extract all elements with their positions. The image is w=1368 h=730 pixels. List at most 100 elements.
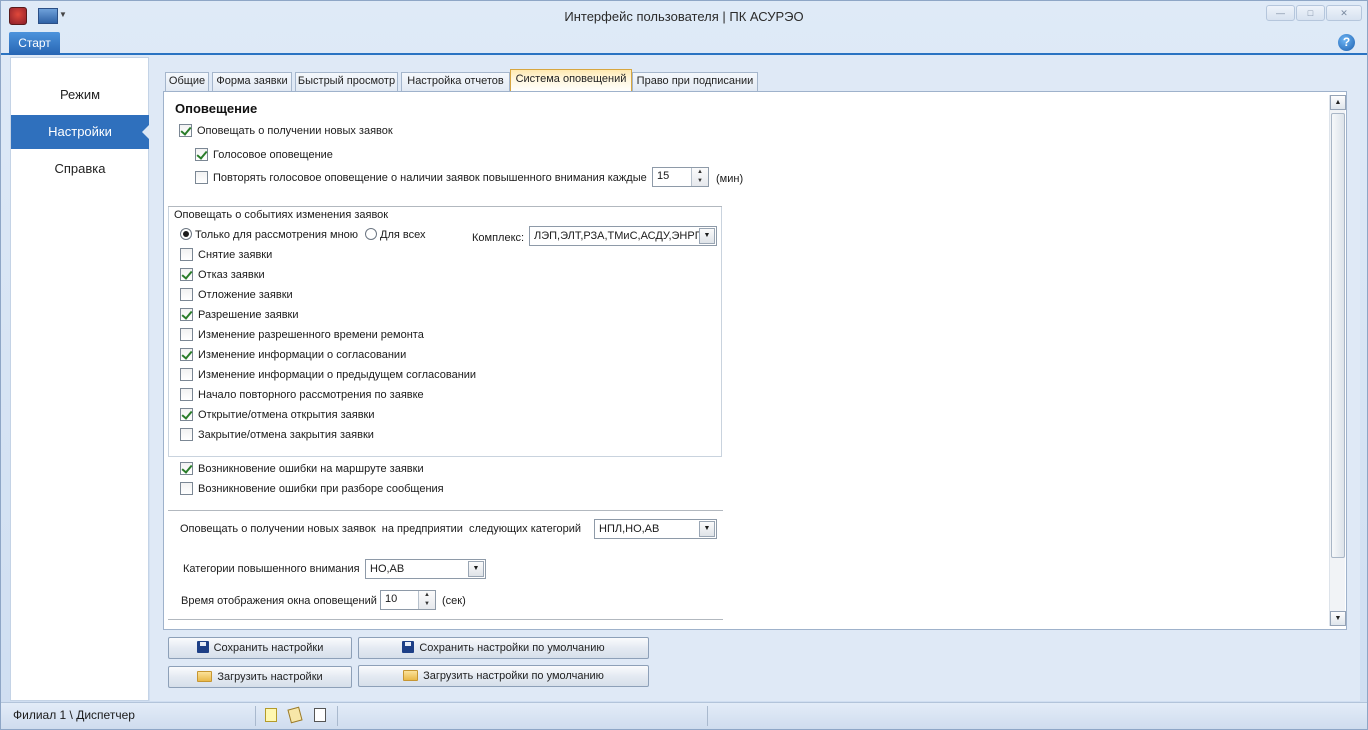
divider (168, 619, 723, 620)
settings-content: Общие Форма заявки Быстрый просмотр Наст… (150, 57, 1360, 701)
section-heading: Оповещение (175, 101, 258, 116)
tab-general[interactable]: Общие (165, 72, 209, 91)
divider (337, 706, 338, 726)
event-checkbox-refusal[interactable]: Отказ заявки (180, 267, 265, 283)
selection-arrow-icon (142, 124, 150, 140)
error-parse-checkbox[interactable]: Возникновение ошибки при разборе сообщен… (180, 481, 444, 497)
checkbox-label: Отложение заявки (198, 289, 293, 301)
ribbon-bar: Старт ? (1, 31, 1367, 55)
save-default-settings-button[interactable]: Сохранить настройки по умолчанию (358, 637, 649, 659)
load-default-settings-button[interactable]: Загрузить настройки по умолчанию (358, 665, 649, 687)
repeat-interval-stepper[interactable]: 15 ▲ ▼ (652, 167, 709, 187)
checkbox-checked-icon (180, 347, 193, 361)
categories-select[interactable]: НПЛ,НО,АВ ▼ (594, 519, 717, 539)
event-checkbox-permission[interactable]: Разрешение заявки (180, 307, 299, 323)
checkbox-label: Возникновение ошибки при разборе сообщен… (198, 483, 444, 495)
minimize-button[interactable]: — (1266, 5, 1295, 21)
save-settings-button[interactable]: Сохранить настройки (168, 637, 352, 659)
checkbox-unchecked-icon (180, 387, 193, 401)
divider (168, 510, 723, 511)
title-bar: ▼ Интерфейс пользователя | ПК АСУРЭО — □… (1, 1, 1367, 31)
radio-only-mine[interactable]: Только для рассмотрения мною (180, 227, 358, 243)
button-label: Загрузить настройки по умолчанию (423, 670, 604, 682)
tab-report-settings[interactable]: Настройка отчетов (401, 72, 510, 91)
checkbox-label: Начало повторного рассмотрения по заявке (198, 389, 424, 401)
mail-icon[interactable] (314, 708, 326, 722)
load-settings-button[interactable]: Загрузить настройки (168, 666, 352, 688)
checkbox-unchecked-icon (180, 481, 193, 495)
error-route-checkbox[interactable]: Возникновение ошибки на маршруте заявки (180, 461, 424, 477)
checkbox-checked-icon (180, 461, 193, 475)
checkbox-checked-icon (180, 307, 193, 321)
sidebar: Режим Настройки Справка (10, 57, 150, 701)
window-title: Интерфейс пользователя | ПК АСУРЭО (564, 9, 804, 24)
complex-select[interactable]: ЛЭП,ЭЛТ,РЗА,ТМиС,АСДУ,ЭНРГ,: ▼ (529, 226, 717, 246)
tab-notification-system[interactable]: Система оповещений (510, 69, 632, 92)
button-label: Загрузить настройки (217, 671, 323, 683)
event-checkbox-postpone[interactable]: Отложение заявки (180, 287, 293, 303)
tab-signing-rights[interactable]: Право при подписании (632, 72, 758, 91)
display-time-label: Время отображения окна оповещений (181, 595, 377, 607)
scroll-down-icon[interactable]: ▼ (1330, 611, 1346, 626)
attention-categories-select[interactable]: НО,АВ ▼ (365, 559, 486, 579)
divider (707, 706, 708, 726)
checkbox-label: Повторять голосовое оповещение о наличии… (213, 172, 647, 184)
spin-arrows-icon[interactable]: ▲ ▼ (691, 168, 708, 186)
checkbox-unchecked-icon (180, 287, 193, 301)
checkbox-unchecked-icon (180, 427, 193, 441)
voice-notify-checkbox[interactable]: Голосовое оповещение (195, 147, 333, 163)
notification-panel: Оповещение Оповещать о получении новых з… (163, 91, 1347, 630)
checkbox-checked-icon (180, 407, 193, 421)
maximize-button[interactable]: □ (1296, 5, 1325, 21)
main-window: ▼ Интерфейс пользователя | ПК АСУРЭО — □… (0, 0, 1368, 730)
button-label: Сохранить настройки по умолчанию (419, 642, 605, 654)
status-text: Филиал 1 \ Диспетчер (13, 708, 135, 722)
checkbox-label: Изменение информации о согласовании (198, 349, 407, 361)
attention-categories-label: Категории повышенного внимания (183, 563, 360, 575)
checkbox-unchecked-icon (180, 327, 193, 341)
save-icon (402, 641, 415, 654)
folder-icon (403, 669, 419, 681)
vertical-scrollbar[interactable]: ▲ ▼ (1329, 95, 1346, 626)
start-tab[interactable]: Старт (9, 32, 60, 55)
sidebar-item-label: Настройки (48, 124, 112, 139)
save-icon (196, 641, 209, 654)
folder-icon (197, 670, 213, 682)
repeat-voice-checkbox[interactable]: Повторять голосовое оповещение о наличии… (195, 170, 647, 186)
radio-unselected-icon (365, 228, 377, 241)
event-checkbox-closing[interactable]: Закрытие/отмена закрытия заявки (180, 427, 374, 443)
complex-label: Комплекс: (472, 232, 525, 244)
tab-request-form[interactable]: Форма заявки (212, 72, 292, 91)
checkbox-unchecked-icon (180, 247, 193, 261)
chevron-down-icon[interactable]: ▼ (699, 228, 715, 244)
sidebar-item-settings[interactable]: Настройки (11, 115, 150, 149)
checkbox-label: Изменение разрешенного времени ремонта (198, 329, 424, 341)
events-group-title: Оповещать о событиях изменения заявок (174, 207, 392, 223)
chevron-down-icon[interactable]: ▼ (699, 521, 715, 537)
radio-all[interactable]: Для всех (365, 227, 425, 243)
event-checkbox-repair-time[interactable]: Изменение разрешенного времени ремонта (180, 327, 424, 343)
spin-arrows-icon[interactable]: ▲ ▼ (418, 591, 435, 609)
event-checkbox-opening[interactable]: Открытие/отмена открытия заявки (180, 407, 375, 423)
event-checkbox-approval-info[interactable]: Изменение информации о согласовании (180, 347, 406, 363)
new-document-icon[interactable] (265, 708, 277, 722)
checkbox-unchecked-icon (180, 367, 193, 381)
scroll-up-icon[interactable]: ▲ (1330, 95, 1346, 110)
checkbox-label: Оповещать о получении новых заявок (197, 125, 393, 137)
close-button[interactable]: ✕ (1326, 5, 1362, 21)
help-icon[interactable]: ? (1338, 34, 1355, 51)
event-checkbox-re-review[interactable]: Начало повторного рассмотрения по заявке (180, 387, 424, 403)
display-time-stepper[interactable]: 10 ▲ ▼ (380, 590, 436, 610)
new-requests-checkbox[interactable]: Оповещать о получении новых заявок (179, 123, 393, 139)
event-checkbox-removal[interactable]: Снятие заявки (180, 247, 272, 263)
edit-document-icon[interactable] (287, 706, 303, 724)
checkbox-checked-icon (179, 123, 192, 137)
checkbox-label: Отказ заявки (198, 269, 265, 281)
event-checkbox-prev-approval[interactable]: Изменение информации о предыдущем соглас… (180, 367, 476, 383)
tab-quick-view[interactable]: Быстрый просмотр (295, 72, 398, 91)
sidebar-item-help[interactable]: Справка (11, 152, 149, 186)
scroll-thumb[interactable] (1331, 113, 1345, 558)
sidebar-item-mode[interactable]: Режим (11, 78, 149, 112)
chevron-down-icon[interactable]: ▼ (468, 561, 484, 577)
checkbox-label: Открытие/отмена открытия заявки (198, 409, 375, 421)
